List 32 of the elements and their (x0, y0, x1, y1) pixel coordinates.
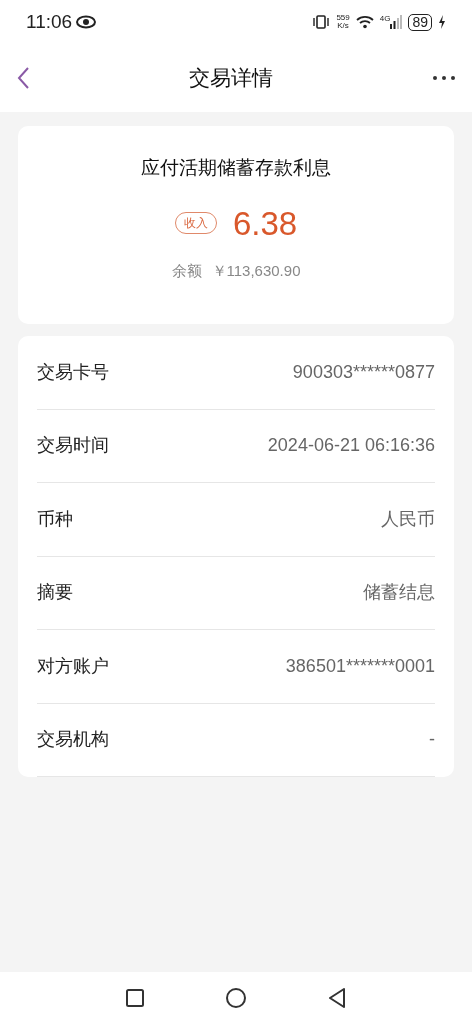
battery-level: 89 (408, 13, 432, 31)
signal-icon (390, 15, 403, 29)
network-type: 4G (379, 15, 391, 23)
back-nav-icon[interactable] (328, 988, 346, 1008)
balance-label: 余额 (171, 261, 202, 281)
charging-icon (438, 15, 446, 29)
detail-value: 386501*******0001 (285, 654, 435, 678)
wifi-icon (355, 15, 374, 29)
home-icon[interactable] (226, 988, 246, 1008)
detail-label: 对方账户 (37, 654, 109, 678)
detail-label: 交易机构 (37, 728, 109, 752)
detail-value: 人民币 (381, 507, 435, 531)
detail-label: 币种 (37, 507, 73, 531)
detail-value: 900303******0877 (292, 360, 435, 384)
detail-value: - (429, 728, 435, 752)
detail-value: 储蓄结息 (363, 581, 435, 605)
detail-label: 交易时间 (37, 434, 109, 458)
detail-value: 2024-06-21 06:16:36 (267, 434, 435, 458)
detail-label: 交易卡号 (37, 360, 109, 384)
recent-apps-icon[interactable] (126, 989, 144, 1007)
amount: 6.38 (232, 203, 298, 244)
speed-value: 559 (336, 14, 350, 22)
eye-icon (76, 15, 97, 29)
vibrate-icon (312, 15, 331, 29)
back-icon[interactable] (16, 66, 30, 90)
status-time: 11:06 (26, 9, 73, 34)
speed-unit: K/s (337, 22, 349, 30)
detail-label: 摘要 (37, 581, 73, 605)
page-title: 交易详情 (189, 65, 273, 92)
transaction-title: 应付活期储蓄存款利息 (141, 156, 331, 180)
balance-value: ￥113,630.90 (211, 261, 301, 281)
more-icon[interactable] (432, 75, 456, 81)
